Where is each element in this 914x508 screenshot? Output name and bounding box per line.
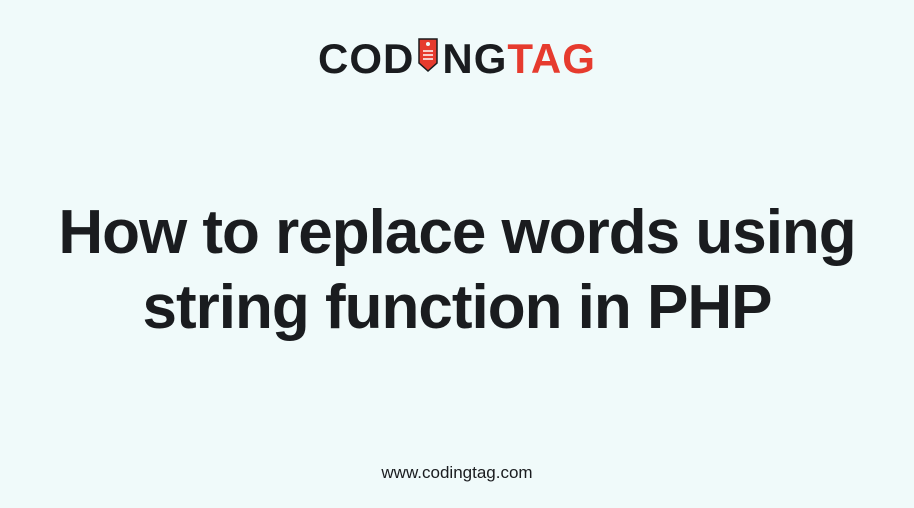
logo: COD NG TAG [318, 35, 596, 83]
tag-icon [415, 35, 441, 83]
page-title: How to replace words using string functi… [47, 196, 867, 345]
logo-part-ng: NG [442, 35, 507, 83]
logo-text: COD NG TAG [318, 35, 596, 83]
logo-part-cod: COD [318, 35, 414, 83]
logo-part-tag: TAG [507, 35, 596, 83]
footer-url: www.codingtag.com [381, 463, 532, 483]
